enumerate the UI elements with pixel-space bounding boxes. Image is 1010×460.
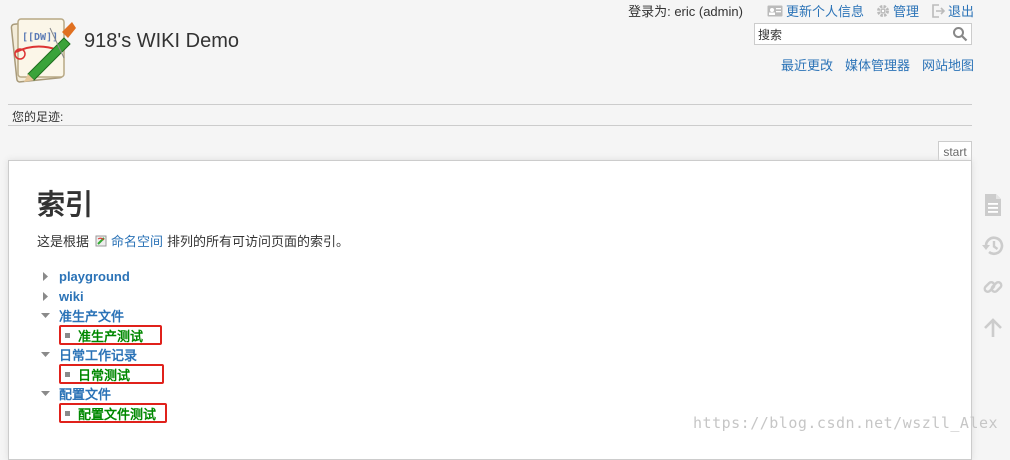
gear-icon: [876, 4, 889, 17]
recent-changes-link[interactable]: 最近更改: [781, 55, 833, 74]
bullet-icon: [65, 371, 70, 377]
old-revisions-button[interactable]: [980, 231, 1006, 261]
logout-icon: [932, 3, 945, 18]
admin-label: 管理: [892, 4, 919, 19]
namespace-link[interactable]: playground: [59, 269, 130, 284]
page-link[interactable]: 准生产测试: [78, 326, 143, 345]
page-link[interactable]: 日常测试: [78, 365, 130, 384]
bullet-icon: [65, 332, 70, 338]
tree-node-daily-records[interactable]: 日常工作记录: [41, 345, 156, 365]
namespace-link[interactable]: 命名空间: [111, 231, 163, 250]
namespace-link[interactable]: 配置文件: [59, 384, 111, 403]
page-title: 索引: [37, 188, 94, 221]
user-tools: 登录为: eric (admin) 更新个人信息 管理 退出: [628, 1, 974, 20]
intro-prefix: 这是根据: [37, 234, 90, 249]
breadcrumb: 您的足迹:: [8, 104, 972, 126]
update-profile-label: 更新个人信息: [785, 4, 864, 19]
collapsed-arrow-icon[interactable]: [41, 291, 50, 301]
list-item[interactable]: 准生产测试: [41, 324, 162, 346]
history-icon: [982, 236, 1004, 256]
expanded-arrow-icon[interactable]: [41, 311, 50, 320]
breadcrumb-label: 您的足迹:: [12, 110, 64, 124]
intro-suffix: 排列的所有可访问页面的索引。: [167, 234, 350, 249]
expanded-arrow-icon[interactable]: [41, 389, 50, 398]
page-id-tab[interactable]: start: [938, 141, 972, 161]
search-box: [754, 23, 972, 45]
media-manager-link[interactable]: 媒体管理器: [845, 55, 910, 74]
tree-node-wiki[interactable]: wiki: [41, 287, 156, 307]
search-input[interactable]: [755, 24, 948, 44]
show-page-button[interactable]: [980, 190, 1006, 220]
list-item[interactable]: 日常测试: [41, 363, 164, 385]
tree-node-playground[interactable]: playground: [41, 267, 156, 287]
site-title[interactable]: 918's WIKI Demo: [84, 30, 239, 53]
admin-link[interactable]: 管理: [876, 1, 919, 20]
logout-link[interactable]: 退出: [931, 1, 974, 20]
index-tree: playground wiki 准生产文件 准生产测试 日常工作记录 日常测试 …: [41, 267, 167, 424]
update-profile-link[interactable]: 更新个人信息: [767, 1, 864, 20]
list-item[interactable]: 配置文件测试: [41, 402, 167, 424]
profile-card-icon: [767, 5, 783, 16]
namespace-icon: [95, 235, 107, 246]
backlinks-button[interactable]: [980, 272, 1006, 302]
page-icon: [985, 194, 1001, 216]
namespace-link[interactable]: wiki: [59, 289, 84, 304]
dokuwiki-logo[interactable]: [[DW]]: [6, 14, 76, 84]
back-to-top-button[interactable]: [980, 313, 1006, 343]
namespace-link[interactable]: 准生产文件: [59, 306, 124, 325]
site-tools: 最近更改 媒体管理器 网站地图: [769, 55, 974, 74]
expanded-arrow-icon[interactable]: [41, 350, 50, 359]
intro-text: 这是根据 命名空间 排列的所有可访问页面的索引。: [37, 231, 349, 250]
page-link[interactable]: 配置文件测试: [78, 404, 156, 423]
sitemap-link[interactable]: 网站地图: [922, 55, 974, 74]
search-icon[interactable]: [952, 26, 968, 42]
collapsed-arrow-icon[interactable]: [41, 272, 50, 282]
logged-in-user: 登录为: eric (admin): [628, 4, 743, 19]
watermark: https://blog.csdn.net/wszll_Alex: [693, 414, 998, 432]
page-tools: [980, 190, 1006, 354]
arrow-up-icon: [984, 318, 1002, 337]
header: [[DW]] 918's WIKI Demo 登录为: eric (admin)…: [0, 0, 1010, 100]
namespace-link[interactable]: 日常工作记录: [59, 345, 137, 364]
bullet-icon: [65, 410, 70, 416]
logout-label: 退出: [947, 4, 974, 19]
tree-node-config-files[interactable]: 配置文件: [41, 384, 156, 404]
tree-node-staging-files[interactable]: 准生产文件: [41, 306, 156, 326]
link-icon: [983, 281, 1003, 293]
